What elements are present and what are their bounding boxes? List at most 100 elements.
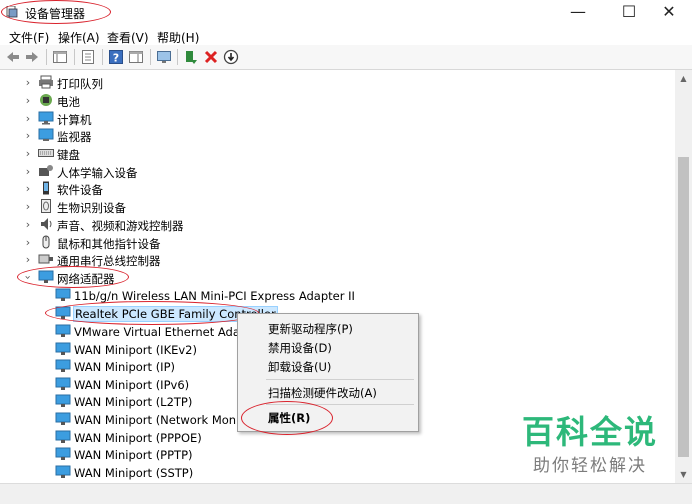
tree-item-label: 生物识别设备 (57, 201, 126, 215)
monitor-icon[interactable] (156, 49, 172, 65)
tree-item-label: WAN Miniport (Network Monitor) (74, 413, 261, 427)
toolbar-separator (46, 49, 47, 65)
toolbar-separator (150, 49, 151, 65)
tree-item-label: 计算机 (57, 113, 92, 127)
mouse-icon (42, 235, 50, 249)
menu-action[interactable]: 操作(A) (58, 29, 100, 46)
chevron-right-icon[interactable]: › (23, 218, 33, 231)
tree-item-label: 键盘 (57, 148, 80, 162)
tree-item-label: 监视器 (57, 130, 92, 144)
chevron-right-icon[interactable]: › (23, 200, 33, 213)
properties-icon[interactable] (80, 49, 96, 65)
vertical-scrollbar[interactable]: ▲ ▼ (675, 70, 692, 483)
menu-view[interactable]: 查看(V) (107, 29, 149, 46)
minimize-button[interactable]: — (555, 0, 601, 25)
tree-item-sound-video-game-controllers[interactable]: › 声音、视频和游戏控制器 (0, 216, 675, 234)
menu-item-uninstall-device[interactable]: 卸载设备(U) (268, 359, 331, 375)
tree-item-adapter[interactable]: 11b/g/n Wireless LAN Mini-PCI Express Ad… (0, 287, 675, 305)
close-button[interactable]: ✕ (646, 0, 692, 25)
menu-separator (266, 404, 414, 405)
menu-help[interactable]: 帮助(H) (157, 29, 199, 46)
toolbar-separator (74, 49, 75, 65)
device-manager-window: 设备管理器 — ☐ ✕ 文件(F) 操作(A) 查看(V) 帮助(H) ? › (0, 0, 692, 504)
chevron-right-icon[interactable]: › (23, 129, 33, 142)
svg-text:?: ? (113, 52, 119, 65)
tree-item-keyboard[interactable]: › 键盘 (0, 145, 675, 163)
menu-item-update-driver[interactable]: 更新驱动程序(P) (268, 321, 353, 337)
network-adapter-icon (55, 430, 71, 443)
tree-item-software-device[interactable]: › 软件设备 (0, 180, 675, 198)
software-device-icon (43, 181, 49, 195)
tree-item-label: 电池 (57, 95, 80, 109)
tree-item-computer[interactable]: › 计算机 (0, 110, 675, 128)
tree-item-label: 通用串行总线控制器 (57, 254, 161, 268)
chevron-right-icon[interactable]: › (23, 112, 33, 125)
network-adapter-icon (55, 394, 71, 407)
tree-item-print-queue[interactable]: › 打印队列 (0, 74, 675, 92)
network-adapter-icon (55, 377, 71, 390)
chevron-right-icon[interactable]: › (23, 147, 33, 160)
tree-item-mouse[interactable]: › 鼠标和其他指针设备 (0, 234, 675, 252)
context-menu: 更新驱动程序(P) 禁用设备(D) 卸载设备(U) 扫描检测硬件改动(A) 属性… (237, 313, 419, 432)
tree-item-battery[interactable]: › 电池 (0, 92, 675, 110)
uninstall-icon[interactable] (203, 49, 219, 65)
toolbar-separator (102, 49, 103, 65)
title-bar[interactable]: 设备管理器 — ☐ ✕ (0, 0, 692, 25)
back-icon[interactable] (5, 49, 21, 65)
device-manager-app-icon (6, 6, 18, 18)
menu-item-scan-hardware[interactable]: 扫描检测硬件改动(A) (268, 385, 377, 401)
show-hide-console-tree-icon[interactable] (52, 49, 68, 65)
menu-bar: 文件(F) 操作(A) 查看(V) 帮助(H) (0, 26, 692, 45)
help-icon[interactable]: ? (108, 49, 124, 65)
chevron-right-icon[interactable]: › (23, 236, 33, 249)
forward-icon[interactable] (24, 49, 40, 65)
scroll-up-icon[interactable]: ▲ (675, 70, 692, 87)
scroll-thumb[interactable] (678, 157, 689, 457)
usb-controller-icon (38, 254, 53, 264)
network-adapter-icon (55, 465, 71, 478)
network-adapter-icon (55, 288, 71, 301)
tree-item-label: WAN Miniport (PPTP) (74, 448, 193, 462)
chevron-down-icon[interactable]: › (22, 273, 35, 283)
chevron-right-icon[interactable]: › (23, 94, 33, 107)
menu-file[interactable]: 文件(F) (9, 29, 49, 46)
network-adapter-icon (55, 359, 71, 372)
watermark-title: 百科全说 (521, 413, 658, 451)
disable-icon[interactable] (223, 49, 239, 65)
menu-separator (266, 379, 414, 380)
scroll-down-icon[interactable]: ▼ (675, 466, 692, 483)
tree-item-label: WAN Miniport (PPPOE) (74, 431, 202, 445)
tree-item-label: 网络适配器 (57, 272, 115, 286)
tree-item-usb-controllers[interactable]: › 通用串行总线控制器 (0, 251, 675, 269)
tree-item-label: VMware Virtual Ethernet Adapter (74, 325, 264, 339)
battery-icon (40, 94, 52, 106)
chevron-right-icon[interactable]: › (23, 182, 33, 195)
tree-item-label: 声音、视频和游戏控制器 (57, 219, 184, 233)
tree-item-monitor[interactable]: › 监视器 (0, 127, 675, 145)
chevron-right-icon[interactable]: › (23, 165, 33, 178)
monitor-icon (38, 128, 54, 141)
chevron-right-icon[interactable]: › (23, 76, 33, 89)
tree-item-label: 打印队列 (57, 77, 103, 91)
watermark-subtitle: 助你轻松解决 (533, 456, 647, 476)
tree-item-label: WAN Miniport (SSTP) (74, 466, 194, 480)
tree-item-human-interface-device[interactable]: › 人体学输入设备 (0, 163, 675, 181)
toolbar-separator (177, 49, 178, 65)
menu-item-disable-device[interactable]: 禁用设备(D) (268, 340, 332, 356)
watermark: 百科全说 助你轻松解决 (510, 407, 670, 476)
tree-item-label: 软件设备 (57, 183, 103, 197)
chevron-right-icon[interactable]: › (23, 253, 33, 266)
tree-item-label: 人体学输入设备 (57, 166, 138, 180)
network-adapter-icon (55, 447, 71, 460)
update-driver-icon[interactable] (183, 49, 199, 65)
action-pane-icon[interactable] (128, 49, 144, 65)
tree-item-label: WAN Miniport (IP) (74, 360, 175, 374)
network-adapter-icon (38, 270, 54, 283)
tree-item-network-adapters[interactable]: › 网络适配器 (0, 269, 675, 287)
tree-item-label: WAN Miniport (IPv6) (74, 378, 190, 392)
menu-item-properties[interactable]: 属性(R) (268, 410, 310, 426)
network-adapter-icon (55, 342, 71, 355)
tree-item-biometric-device[interactable]: › 生物识别设备 (0, 198, 675, 216)
print-queue-icon (39, 75, 53, 89)
sound-icon (41, 218, 52, 230)
